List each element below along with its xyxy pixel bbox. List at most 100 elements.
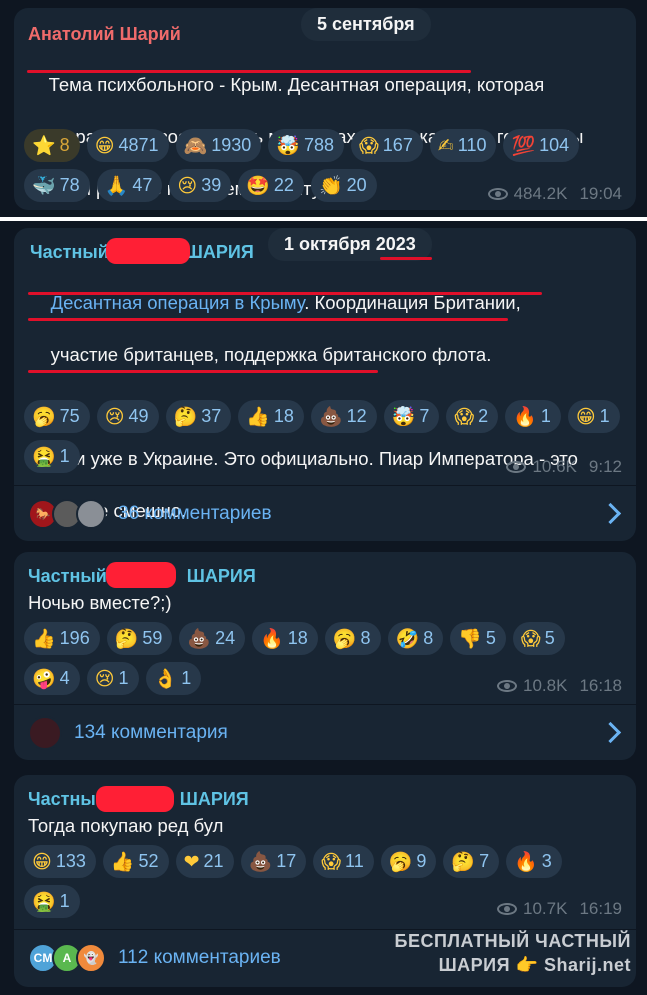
- reaction-chip[interactable]: 🤯 788: [268, 129, 344, 162]
- watermark-line2: ШАРИЯ 👉 Sharij.net: [438, 955, 631, 975]
- comments-row[interactable]: 🐎 36 комментариев: [14, 485, 636, 541]
- comments-row[interactable]: 134 комментария: [14, 704, 636, 760]
- reaction-chip[interactable]: ❤ 21: [175, 845, 234, 878]
- reaction-count: 7: [479, 851, 490, 871]
- post-author[interactable]: Анатолий Шарий: [28, 24, 181, 45]
- reaction-chip[interactable]: 🥱 75: [24, 400, 90, 433]
- author-left: Частный: [28, 566, 107, 586]
- reaction-count: 17: [276, 851, 297, 871]
- redaction-mark: [106, 562, 176, 588]
- reaction-emoji-icon: 😢: [104, 405, 125, 428]
- reaction-emoji-icon: 🔥: [513, 406, 537, 428]
- avatar: [28, 715, 62, 750]
- reaction-emoji-icon: 🥱: [332, 628, 357, 650]
- post-2: Частный ШАРИЯ Десантная операция в Крыму.…: [14, 228, 636, 541]
- views-icon: [497, 903, 518, 915]
- reaction-chip[interactable]: ✍ 110: [429, 129, 497, 162]
- reaction-chip[interactable]: 👌 1: [145, 662, 202, 695]
- reaction-chip[interactable]: 🤩 22: [238, 169, 304, 202]
- reaction-chip[interactable]: 🤣 8: [387, 622, 444, 655]
- reaction-emoji-icon: 😁: [32, 850, 52, 873]
- reaction-chip[interactable]: 🙏 47: [96, 169, 163, 202]
- post-time: 9:12: [588, 457, 622, 476]
- post-text-a: Тема психбольного - Крым. Десантная опер…: [48, 74, 467, 95]
- reaction-emoji-icon: 💩: [248, 851, 273, 873]
- reaction-count: 1: [118, 668, 129, 688]
- reaction-chip[interactable]: 😁 4871: [86, 129, 169, 162]
- comments-count[interactable]: 36 комментариев: [118, 503, 272, 525]
- reaction-chip[interactable]: 😁 1: [567, 400, 620, 433]
- reaction-chip[interactable]: 😢 1: [86, 662, 139, 695]
- reaction-chip[interactable]: 🤮 1: [24, 440, 80, 473]
- views-count: 10.7K: [523, 899, 568, 918]
- reaction-count: 1: [59, 446, 70, 466]
- reaction-count: 24: [215, 628, 236, 648]
- reaction-chip[interactable]: 😱 5: [512, 622, 565, 655]
- post-link[interactable]: Десантная операция в Крыму: [51, 292, 305, 313]
- reaction-count: 2: [478, 406, 489, 426]
- reaction-chip[interactable]: ⭐ 8: [24, 129, 80, 162]
- reaction-emoji-icon: 🤯: [391, 406, 416, 428]
- reaction-count: 167: [382, 135, 413, 155]
- reaction-chip[interactable]: 🥱 9: [380, 845, 437, 878]
- comments-count[interactable]: 112 комментариев: [118, 947, 281, 969]
- reaction-count: 1: [59, 891, 70, 911]
- reaction-chip[interactable]: 👍 52: [102, 845, 169, 878]
- reaction-chip[interactable]: 😢 49: [96, 400, 159, 433]
- chevron-right-icon[interactable]: [599, 502, 622, 525]
- chevron-right-icon[interactable]: [599, 721, 622, 744]
- reaction-emoji-icon: ❤: [183, 850, 200, 873]
- reaction-chip[interactable]: 🤔 59: [106, 622, 173, 655]
- post-text: Ночью вместе?;): [28, 592, 172, 613]
- post-time: 16:19: [579, 899, 622, 918]
- post-text-a: . Координация Британии,: [304, 292, 521, 313]
- views-count: 484.2K: [513, 184, 568, 203]
- reaction-count: 20: [346, 175, 367, 195]
- reaction-chip[interactable]: 👍 196: [24, 622, 100, 655]
- highlight-underline: [28, 318, 508, 321]
- comments-count[interactable]: 134 комментария: [74, 722, 228, 744]
- reaction-emoji-icon: 👍: [246, 406, 270, 428]
- reaction-chip[interactable]: 👎 5: [450, 622, 506, 655]
- reaction-emoji-icon: 🤩: [246, 175, 270, 197]
- reaction-chip[interactable]: 💩 24: [179, 622, 246, 655]
- reaction-chip[interactable]: 🥱 8: [324, 622, 381, 655]
- reaction-chip[interactable]: 👏 20: [310, 169, 377, 202]
- reaction-chip[interactable]: 🐳 78: [24, 169, 90, 202]
- reaction-chip[interactable]: 💯 104: [503, 129, 580, 162]
- reaction-chip[interactable]: 🙈 1930: [175, 129, 262, 162]
- reaction-chip[interactable]: 😁 133: [24, 845, 96, 878]
- reaction-chip[interactable]: 😱 2: [446, 400, 499, 433]
- reaction-chip[interactable]: 🔥 3: [506, 845, 562, 878]
- reaction-chip[interactable]: 🤔 7: [443, 845, 500, 878]
- redaction-mark: [106, 238, 190, 264]
- reaction-chip[interactable]: 💩 17: [240, 845, 307, 878]
- reaction-emoji-icon: 👏: [318, 175, 343, 197]
- reaction-chip[interactable]: 👍 18: [238, 400, 304, 433]
- reaction-emoji-icon: 🤔: [451, 851, 476, 873]
- reaction-chip[interactable]: 🤪 4: [24, 662, 80, 695]
- reaction-count: 49: [128, 406, 149, 426]
- reaction-chip[interactable]: 😱 11: [313, 845, 374, 878]
- reaction-chip[interactable]: 🔥 18: [252, 622, 318, 655]
- commenter-avatars: 🐎: [28, 498, 106, 529]
- reaction-count: 8: [360, 628, 371, 648]
- reaction-chip[interactable]: 😢 39: [169, 169, 232, 202]
- reaction-count: 133: [55, 851, 86, 871]
- reaction-chip[interactable]: 🔥 1: [505, 400, 561, 433]
- reaction-chip[interactable]: 🤔 37: [165, 400, 232, 433]
- reaction-chip[interactable]: 🤮 1: [24, 885, 80, 918]
- reaction-chip[interactable]: 😱 167: [350, 129, 423, 162]
- reaction-emoji-icon: ✍: [437, 134, 454, 157]
- reaction-count: 12: [346, 406, 367, 426]
- views-count: 10.6K: [532, 457, 577, 476]
- post-meta: 484.2K 19:04: [487, 184, 622, 204]
- reaction-emoji-icon: 👍: [32, 628, 56, 650]
- reaction-chip[interactable]: 🤯 7: [383, 400, 440, 433]
- reaction-chip[interactable]: 💩 12: [310, 400, 377, 433]
- watermark-line1: БЕСПЛАТНЫЙ ЧАСТНЫЙ: [394, 931, 631, 951]
- reaction-emoji-icon: 🤮: [32, 891, 56, 913]
- reaction-emoji-icon: 🥱: [32, 406, 56, 428]
- highlight-underline: [28, 370, 378, 373]
- reaction-count: 75: [59, 406, 80, 426]
